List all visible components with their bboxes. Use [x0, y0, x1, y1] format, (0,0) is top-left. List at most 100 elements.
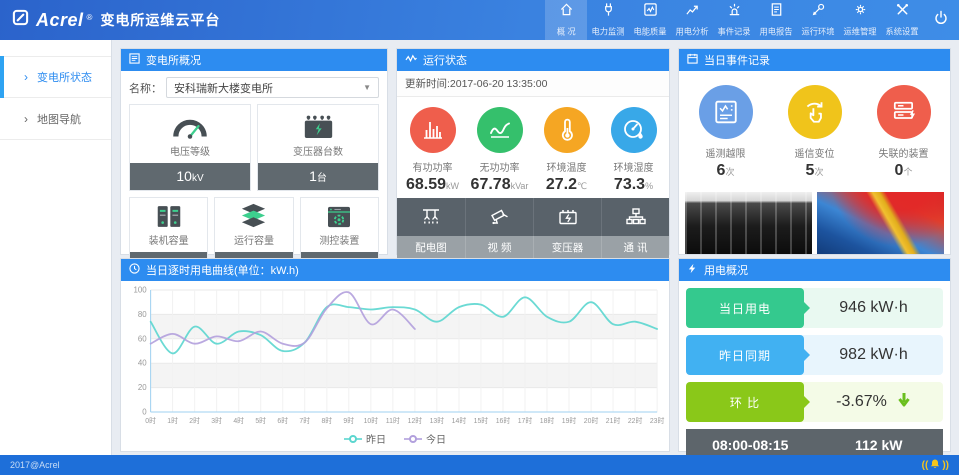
nav-item-power-quality[interactable]: 电能质量 [629, 0, 671, 40]
pulse-panel-icon [405, 53, 417, 67]
svg-text:13时: 13时 [430, 416, 445, 425]
report-icon [769, 2, 784, 22]
nav-item-environment[interactable]: 运行环境 [797, 0, 839, 40]
svg-text:12时: 12时 [408, 416, 423, 425]
today-events-panel: 当日事件记录 遥测越限 6次 [678, 48, 951, 255]
sidebar: 变电所状态 地图导航 [0, 40, 112, 455]
card-value: 10kV [130, 163, 250, 190]
power-off-icon [933, 10, 949, 31]
camera-icon [465, 198, 533, 236]
svg-text:14时: 14时 [452, 416, 467, 425]
svg-text:1时: 1时 [167, 416, 178, 425]
trend-icon [685, 2, 700, 22]
svg-text:5时: 5时 [255, 416, 266, 425]
top-nav: 概 况 电力监测 电能质量 用电分析 事件记录 用电报告 [545, 0, 959, 40]
svg-text:100: 100 [134, 285, 148, 294]
running-status-panel: 运行状态 更新时间:2017-06-20 13:35:00 有功功率 68.59… [396, 48, 670, 255]
device-icon [301, 198, 378, 228]
svg-text:60: 60 [138, 334, 147, 343]
power-off-button[interactable] [923, 0, 959, 40]
wave-icon [477, 107, 523, 153]
nav-item-power-monitor[interactable]: 电力监测 [587, 0, 629, 40]
svg-text:20时: 20时 [584, 416, 599, 425]
stat-ambient-temperature: 环境温度 27.2℃ [533, 107, 600, 194]
video-button[interactable]: 视 频 [465, 198, 533, 260]
calendar-panel-icon [687, 53, 698, 67]
server-room-photo[interactable] [685, 192, 812, 254]
gauge-icon [130, 105, 250, 139]
network-icon [601, 198, 669, 236]
svg-text:21时: 21时 [606, 416, 621, 425]
substation-overview-panel: 变电所概况 名称： 安科瑞新大楼变电所 [120, 48, 388, 255]
nav-item-usage-report[interactable]: 用电报告 [755, 0, 797, 40]
usage-value: 982 kW·h [804, 335, 943, 375]
nav-item-system-settings[interactable]: 系统设置 [881, 0, 923, 40]
thermometer-icon [544, 107, 590, 153]
event-stat-telemetry-overlimit: 遥测越限 6次 [681, 85, 770, 180]
overview-panel-header: 变电所概况 [121, 49, 387, 71]
svg-text:19时: 19时 [562, 416, 577, 425]
event-stat-offline-devices: 失联的装置 0个 [859, 85, 948, 180]
bolt-panel-icon [687, 263, 698, 277]
trend-down-icon [897, 392, 911, 413]
usage-row-yesterday: 昨日同期 982 kW·h [686, 335, 943, 375]
nav-item-overview[interactable]: 概 况 [545, 0, 587, 40]
network-cables-photo[interactable] [817, 192, 944, 254]
svg-text:22时: 22时 [628, 416, 643, 425]
telemetry-doc-icon [699, 85, 753, 139]
status-panel-header: 运行状态 [397, 49, 669, 71]
layers-icon [215, 198, 292, 228]
svg-text:11时: 11时 [386, 416, 400, 425]
wrench-icon [811, 2, 826, 22]
stat-ambient-humidity: 环境湿度 73.3% [600, 107, 667, 194]
nav-item-usage-analysis[interactable]: 用电分析 [671, 0, 713, 40]
alarm-bell-button[interactable]: (( )) [922, 458, 949, 472]
usage-row-ratio: 环 比 -3.67% [686, 382, 943, 422]
humidity-gauge-icon [611, 107, 657, 153]
nav-item-event-log[interactable]: 事件记录 [713, 0, 755, 40]
avg-power: 112 kW [815, 437, 944, 453]
plug-icon [601, 2, 616, 22]
substation-cloud-app: Acrel ® 变电所运维云平台 概 况 电力监测 电能质量 用电分析 [0, 0, 959, 475]
svg-text:8时: 8时 [321, 416, 332, 425]
sidebar-item-map-navigation[interactable]: 地图导航 [0, 98, 111, 140]
servers-icon [877, 85, 931, 139]
sidebar-item-substation-status[interactable]: 变电所状态 [0, 56, 111, 98]
clock-panel-icon [129, 263, 140, 277]
brand: Acrel ® [12, 9, 92, 31]
app-title: 变电所运维云平台 [100, 10, 220, 30]
svg-text:2时: 2时 [189, 416, 200, 425]
chart-legend: 昨日 今日 [121, 429, 669, 451]
usage-panel-header: 用电概况 [679, 259, 950, 281]
power-usage-panel: 用电概况 当日用电 946 kW·h 昨日同期 982 kW·h 环 比 [678, 258, 951, 452]
usage-curve-chart[interactable]: 0204060801000时1时2时3时4时5时6时7时8时9时10时11时12… [125, 284, 665, 430]
legend-item-today[interactable]: 今日 [404, 431, 446, 446]
legend-item-yesterday[interactable]: 昨日 [344, 431, 386, 446]
distribution-diagram-button[interactable]: 配电图 [397, 198, 465, 260]
gear-icon [853, 2, 868, 22]
chevron-right-icon [24, 113, 28, 125]
nav-item-ops-management[interactable]: 运维管理 [839, 0, 881, 40]
svg-text:0: 0 [142, 407, 147, 416]
station-name-label: 名称： [129, 80, 162, 96]
diagram-icon [397, 198, 465, 236]
hand-gesture-icon [788, 85, 842, 139]
stat-reactive-power: 无功功率 67.78kVar [466, 107, 533, 194]
svg-text:40: 40 [138, 359, 147, 368]
copyright: 2017@Acrel [10, 460, 60, 470]
bars-icon [410, 107, 456, 153]
communication-button[interactable]: 通 讯 [601, 198, 669, 260]
card-voltage-level: 电压等级 10kV [129, 104, 251, 191]
card-transformer-count: 变压器台数 1台 [257, 104, 379, 191]
svg-text:9时: 9时 [343, 416, 354, 425]
svg-text:23时: 23时 [650, 416, 665, 425]
stat-active-power: 有功功率 68.59kW [399, 107, 466, 194]
station-select[interactable]: 安科瑞新大楼变电所 [166, 77, 379, 98]
tools-icon [895, 2, 910, 22]
event-stat-telesignal-change: 遥信变位 5次 [770, 85, 859, 180]
svg-text:7时: 7时 [299, 416, 310, 425]
max-usage-time: 08:00-08:15 [686, 437, 815, 453]
list-panel-icon [129, 53, 140, 67]
transformer-button[interactable]: 变压器 [533, 198, 601, 260]
panel-title: 用电概况 [704, 262, 748, 278]
